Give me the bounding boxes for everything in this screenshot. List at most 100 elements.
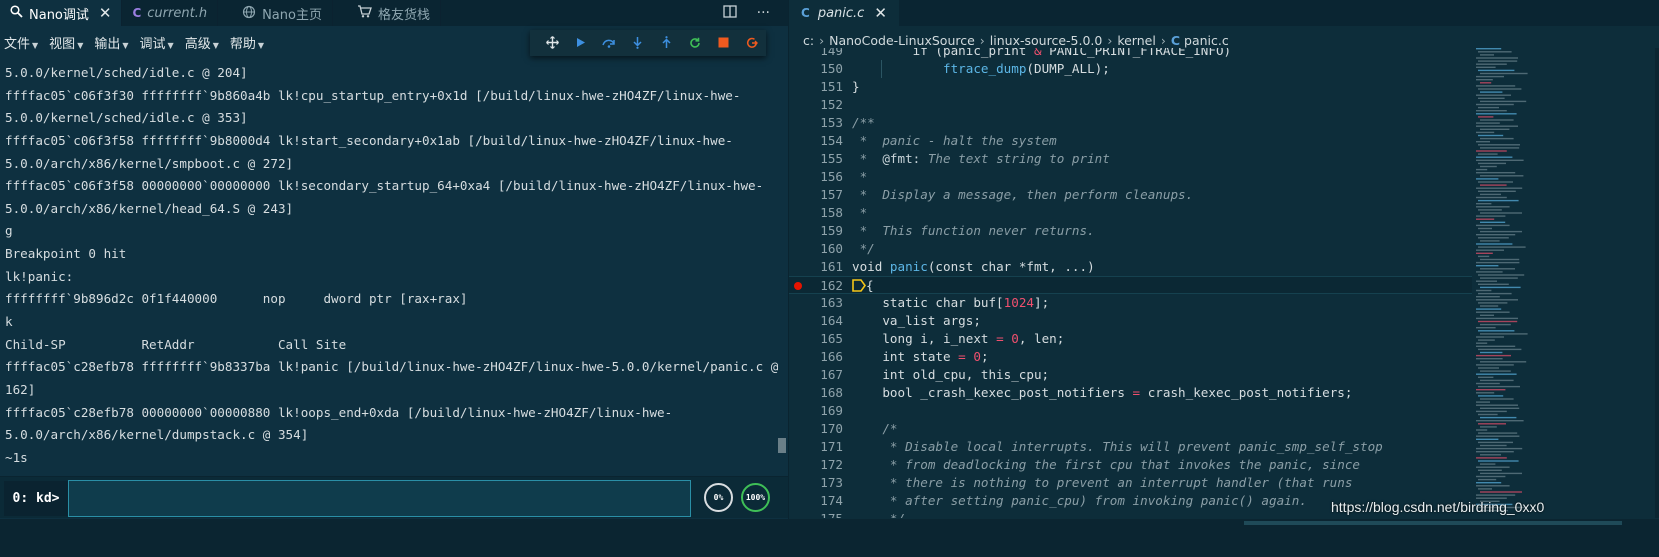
line-number[interactable]: 156 bbox=[789, 168, 843, 186]
step-over-button[interactable] bbox=[595, 30, 624, 56]
line-number[interactable]: 153 bbox=[789, 114, 843, 132]
line-number[interactable]: 154 bbox=[789, 132, 843, 150]
breadcrumb-item[interactable]: panic.c bbox=[1184, 33, 1229, 48]
watermark: https://blog.csdn.net/birdring_0xx0 bbox=[1331, 499, 1545, 515]
minimap-line bbox=[1478, 395, 1504, 397]
minimap-line bbox=[1478, 413, 1498, 416]
drag-handle-icon[interactable] bbox=[538, 30, 567, 56]
minimap-line bbox=[1476, 218, 1495, 220]
line-number[interactable]: 160 bbox=[789, 240, 843, 258]
code-editor[interactable]: 149 if (panic_print & PANIC_PRINT_FTRACE… bbox=[789, 48, 1472, 518]
minimap-line bbox=[1476, 280, 1497, 282]
minimap-line bbox=[1478, 227, 1492, 230]
horizontal-scrollbar[interactable] bbox=[1244, 521, 1622, 525]
command-bar: 0: kd> 0% 100% bbox=[0, 476, 788, 518]
menu-output[interactable]: 输出 ▼ bbox=[94, 33, 128, 52]
step-into-button[interactable] bbox=[624, 30, 653, 56]
tab-nano-debug[interactable]: Nano调试 ✕ bbox=[0, 0, 123, 26]
console-scrollbar[interactable] bbox=[778, 438, 786, 453]
indent-guide bbox=[881, 60, 882, 78]
step-out-button[interactable] bbox=[652, 30, 681, 56]
line-number[interactable]: 155 bbox=[789, 150, 843, 168]
console-line: Child-SP RetAddr Call Site bbox=[5, 336, 347, 352]
minimap-line bbox=[1476, 110, 1507, 112]
code-text: * Disable local interrupts. This will pr… bbox=[852, 439, 1383, 454]
line-number[interactable]: 152 bbox=[789, 96, 843, 114]
line-number[interactable]: 169 bbox=[789, 402, 843, 420]
breakpoint-icon[interactable] bbox=[794, 282, 802, 290]
tab-panic-c[interactable]: C panic.c ✕ bbox=[789, 0, 899, 26]
continue-button[interactable] bbox=[567, 30, 596, 56]
line-number[interactable]: 170 bbox=[789, 420, 843, 438]
line-number[interactable]: 174 bbox=[789, 492, 843, 510]
console-line: 162] bbox=[5, 381, 36, 397]
console-line: 5.0.0/arch/x86/kernel/dumpstack.c @ 354] bbox=[5, 427, 309, 443]
line-number[interactable]: 167 bbox=[789, 366, 843, 384]
code-text: */ bbox=[852, 241, 875, 256]
minimap-line bbox=[1480, 314, 1494, 316]
code-text: va_list args; bbox=[852, 313, 981, 328]
menu-help[interactable]: 帮助 ▼ bbox=[230, 33, 264, 52]
minimap-line bbox=[1480, 398, 1514, 400]
menu-view[interactable]: 视图 ▼ bbox=[49, 33, 83, 52]
breadcrumb-item[interactable]: c: bbox=[803, 33, 814, 48]
tab-store[interactable]: 格友货栈 bbox=[347, 0, 441, 26]
command-input[interactable] bbox=[68, 480, 691, 517]
editor-pane: C panic.c ✕ c: › NanoCode-LinuxSource › … bbox=[788, 0, 1659, 557]
line-number[interactable]: 150 bbox=[789, 60, 843, 78]
line-number[interactable]: 166 bbox=[789, 348, 843, 366]
breadcrumb-item[interactable]: kernel bbox=[1117, 33, 1156, 48]
tab-current-h[interactable]: C current.h bbox=[122, 0, 219, 26]
minimap-line bbox=[1476, 457, 1507, 459]
line-number[interactable]: 161 bbox=[789, 258, 843, 276]
chevron-right-icon: › bbox=[819, 32, 825, 48]
restart-button[interactable] bbox=[681, 30, 710, 56]
close-icon[interactable]: ✕ bbox=[874, 4, 887, 22]
menu-file[interactable]: 文件 ▼ bbox=[4, 33, 38, 52]
debugger-output[interactable]: 5.0.0/kernel/sched/idle.c @ 204] ffffac05… bbox=[0, 62, 786, 470]
minimap-line bbox=[1478, 441, 1513, 444]
minimap-line bbox=[1476, 178, 1499, 180]
line-number[interactable]: 149 bbox=[789, 48, 843, 60]
line-number[interactable]: 175 bbox=[789, 510, 843, 518]
split-editor-icon[interactable] bbox=[722, 4, 737, 22]
minimap-line bbox=[1476, 63, 1507, 65]
console-line: ffffffff`9b896d2c 0f1f440000 nop dword p… bbox=[5, 291, 468, 307]
disconnect-button[interactable] bbox=[738, 30, 767, 56]
stop-button[interactable] bbox=[709, 30, 738, 56]
line-number[interactable]: 171 bbox=[789, 438, 843, 456]
editor-scrollbar[interactable] bbox=[1655, 48, 1659, 518]
line-number[interactable]: 158 bbox=[789, 204, 843, 222]
line-number[interactable]: 168 bbox=[789, 384, 843, 402]
console-line: g bbox=[5, 223, 13, 239]
menu-debug[interactable]: 调试 ▼ bbox=[140, 33, 174, 52]
line-number[interactable]: 151 bbox=[789, 78, 843, 96]
line-number[interactable]: 157 bbox=[789, 186, 843, 204]
minimap-line bbox=[1476, 243, 1513, 245]
chevron-right-icon: › bbox=[1107, 32, 1113, 48]
line-number[interactable]: 173 bbox=[789, 474, 843, 492]
minimap-line bbox=[1476, 103, 1514, 106]
minimap-line bbox=[1476, 215, 1506, 217]
tab-actions: ··· bbox=[722, 0, 770, 26]
line-number[interactable]: 159 bbox=[789, 222, 843, 240]
minimap-line bbox=[1476, 168, 1488, 171]
minimap-line bbox=[1478, 292, 1512, 295]
breadcrumb-item[interactable]: NanoCode-LinuxSource bbox=[829, 33, 975, 48]
line-number[interactable]: 165 bbox=[789, 330, 843, 348]
code-text: static char buf[1024]; bbox=[852, 295, 1050, 310]
code-line: 168 bool _crash_kexec_post_notifiers = c… bbox=[789, 384, 1472, 402]
menu-advanced[interactable]: 高级 ▼ bbox=[185, 33, 219, 52]
more-actions-icon[interactable]: ··· bbox=[757, 5, 770, 21]
minimap[interactable] bbox=[1476, 46, 1536, 518]
minimap-line bbox=[1480, 91, 1503, 93]
minimap-line bbox=[1480, 119, 1514, 121]
minimap-line bbox=[1478, 237, 1509, 239]
breadcrumb-item[interactable]: linux-source-5.0.0 bbox=[990, 33, 1103, 48]
line-number[interactable]: 172 bbox=[789, 456, 843, 474]
line-number[interactable]: 163 bbox=[789, 294, 843, 312]
minimap-line bbox=[1480, 54, 1494, 56]
close-icon[interactable]: ✕ bbox=[99, 4, 112, 22]
line-number[interactable]: 164 bbox=[789, 312, 843, 330]
tab-nano-home[interactable]: Nano主页 bbox=[232, 0, 333, 26]
